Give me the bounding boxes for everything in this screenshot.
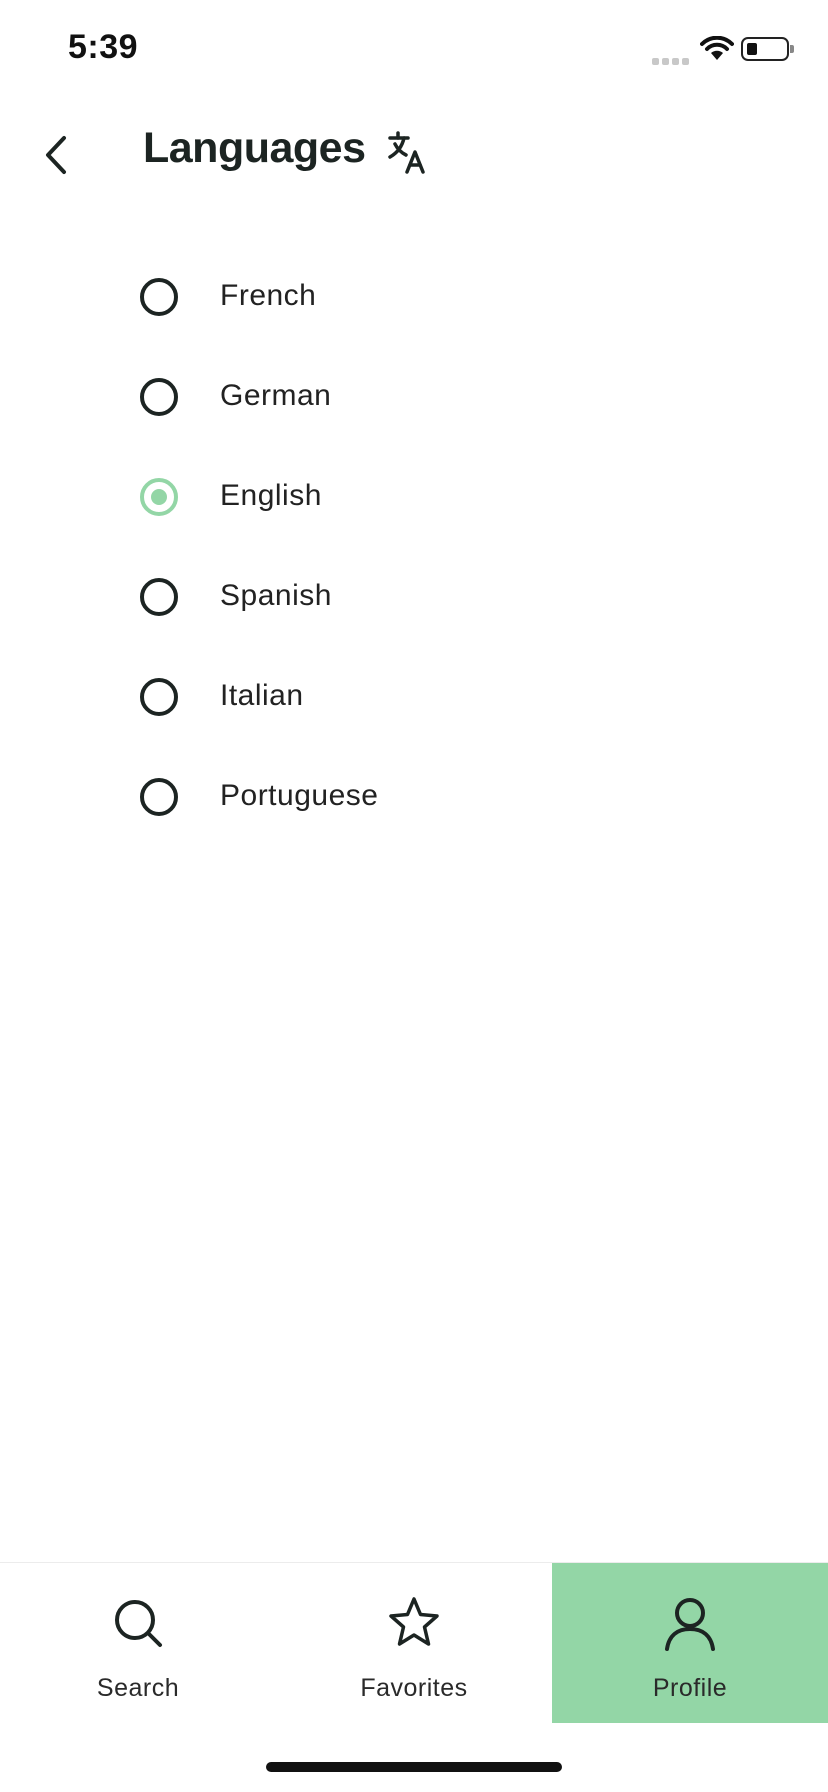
tab-label: Profile bbox=[652, 1674, 728, 1702]
chevron-left-icon bbox=[46, 136, 66, 174]
radio-button[interactable] bbox=[140, 578, 178, 616]
language-option-german[interactable]: German bbox=[120, 357, 620, 437]
user-icon bbox=[665, 1598, 715, 1651]
language-label: German bbox=[220, 379, 332, 412]
tab-search[interactable]: Search bbox=[0, 1563, 276, 1723]
tab-label: Search bbox=[96, 1674, 180, 1702]
language-option-french[interactable]: French bbox=[120, 257, 620, 337]
radio-button[interactable] bbox=[140, 278, 178, 316]
star-icon bbox=[389, 1597, 439, 1646]
radio-button[interactable] bbox=[140, 378, 178, 416]
language-option-portuguese[interactable]: Portuguese bbox=[120, 757, 620, 837]
battery-icon bbox=[741, 37, 794, 61]
wifi-icon bbox=[700, 36, 734, 60]
tab-bar: Search Favorites Profile bbox=[0, 1562, 828, 1723]
back-button[interactable] bbox=[36, 130, 76, 180]
radio-button[interactable] bbox=[140, 678, 178, 716]
tab-profile[interactable]: Profile bbox=[552, 1563, 828, 1723]
translate-icon bbox=[388, 131, 425, 174]
search-icon bbox=[115, 1600, 162, 1647]
language-option-italian[interactable]: Italian bbox=[120, 657, 620, 737]
radio-button-selected[interactable] bbox=[140, 478, 178, 516]
language-option-spanish[interactable]: Spanish bbox=[120, 557, 620, 637]
tab-label: Favorites bbox=[360, 1674, 468, 1702]
status-bar: 5:39 bbox=[0, 0, 828, 100]
status-time: 5:39 bbox=[68, 28, 139, 66]
cellular-signal-icon bbox=[652, 52, 692, 70]
language-label: French bbox=[220, 279, 317, 312]
home-indicator[interactable] bbox=[266, 1762, 562, 1772]
header: Languages bbox=[0, 110, 828, 190]
language-label: Spanish bbox=[220, 579, 332, 612]
page-title: Languages bbox=[143, 124, 366, 172]
radio-button[interactable] bbox=[140, 778, 178, 816]
language-option-english[interactable]: English bbox=[120, 457, 620, 537]
language-label: Italian bbox=[220, 679, 304, 712]
language-label: English bbox=[220, 479, 322, 512]
language-label: Portuguese bbox=[220, 779, 379, 812]
tab-favorites[interactable]: Favorites bbox=[276, 1563, 552, 1723]
